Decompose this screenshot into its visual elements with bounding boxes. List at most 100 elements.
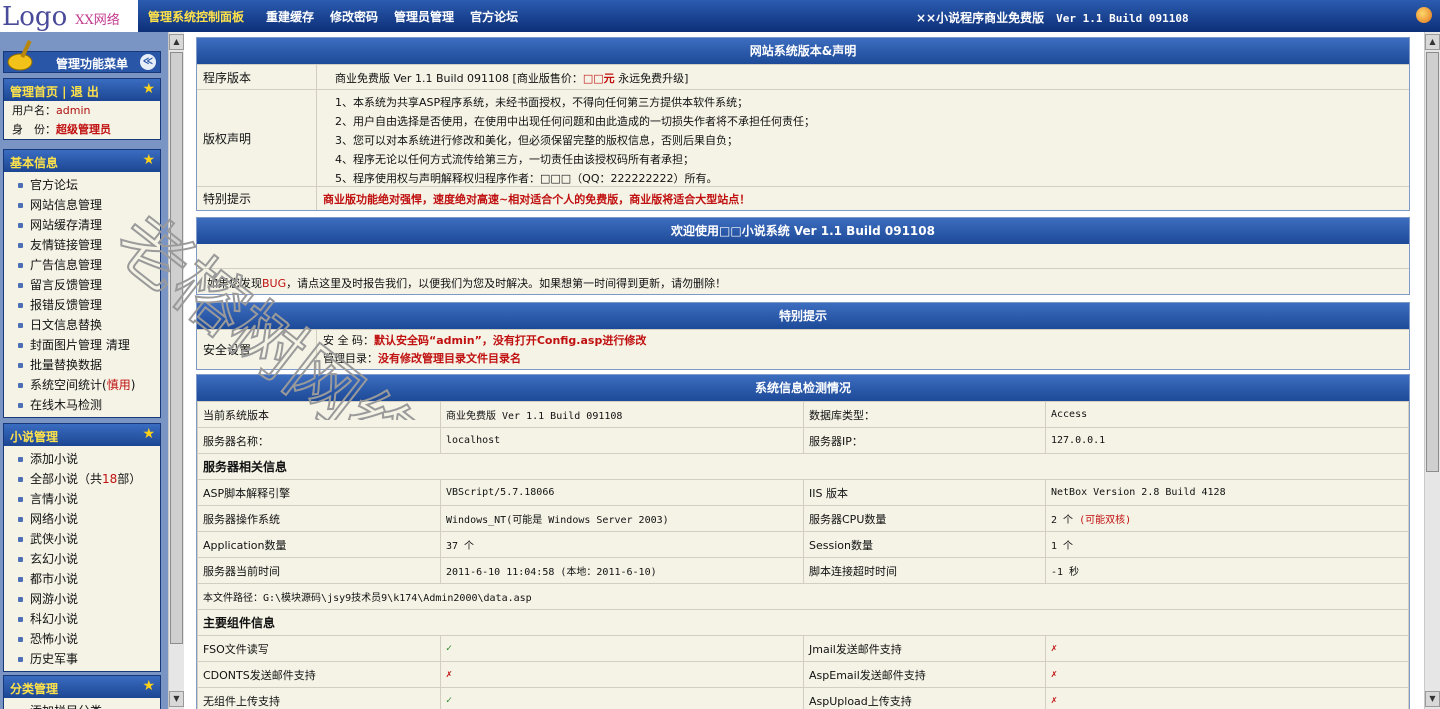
security-label: 安全设置 xyxy=(197,330,317,369)
menu-history[interactable]: 历史军事 xyxy=(4,649,160,669)
menu-romance[interactable]: 言情小说 xyxy=(4,489,160,509)
menu-scifi[interactable]: 科幻小说 xyxy=(4,609,160,629)
menu-martial[interactable]: 武侠小说 xyxy=(4,529,160,549)
caution-note: 慎用 xyxy=(106,378,131,392)
menu-official-forum[interactable]: 官方论坛 xyxy=(4,175,160,195)
username-line: 用户名：admin xyxy=(4,101,160,120)
menu-cache-clear[interactable]: 网站缓存清理 xyxy=(4,215,160,235)
table-cell: 数据库类型： xyxy=(803,401,1046,428)
table-row: FSO文件读写 ✓ Jmail发送邮件支持 ✗ xyxy=(197,635,1409,662)
copyright-line: 3、您可以对本系统进行修改和美化，但必须保留完整的版权信息，否则后果自负； xyxy=(335,134,738,147)
menu-all-novels[interactable]: 全部小说（共18部） xyxy=(4,469,160,489)
collapse-icon[interactable]: ≪ xyxy=(140,54,156,70)
menu-horror[interactable]: 恐怖小说 xyxy=(4,629,160,649)
product-name: ××小说程序商业免费版 xyxy=(916,11,1045,25)
tips-label: 特别提示 xyxy=(197,187,317,210)
security-code-label: 安 全 码： xyxy=(323,334,374,347)
role-value: 超级管理员 xyxy=(56,123,111,136)
home-icon[interactable] xyxy=(1416,7,1432,23)
scroll-down-icon[interactable]: ▼ xyxy=(1425,691,1440,707)
table-row: Application数量 37 个 Session数量 1 个 xyxy=(197,531,1409,558)
table-row: ASP脚本解释引擎 VBScript/5.7.18066 IIS 版本 NetB… xyxy=(197,479,1409,506)
scroll-up-icon[interactable]: ▲ xyxy=(1425,34,1440,50)
sidebar-scroll-thumb[interactable] xyxy=(170,52,183,644)
cross-icon: ✗ xyxy=(1045,635,1409,662)
menu-trojan-scan[interactable]: 在线木马检测 xyxy=(4,395,160,415)
category-title: 分类管理 xyxy=(10,682,59,696)
nav-official-forum[interactable]: 官方论坛 xyxy=(470,8,518,25)
home-box: 管理首页 | 退 出 ★ 用户名：admin 身 份：超级管理员 xyxy=(3,78,161,140)
star-icon: ★ xyxy=(142,81,155,97)
home-logout-link[interactable]: 管理首页 | 退 出 xyxy=(10,83,99,100)
top-nav: 管理系统控制面板 重建缓存 修改密码 管理员管理 官方论坛 xyxy=(148,8,534,25)
table-cell: 无组件上传支持 xyxy=(197,687,441,709)
copyright-row: 版权声明 1、本系统为共享ASP程序系统，未经书面授权，不得向任何第三方提供本软… xyxy=(197,89,1409,186)
welcome-panel: 欢迎使用□□小说系统 Ver 1.1 Build 091108 如果您发现BUG… xyxy=(196,217,1410,295)
system-info-table: 当前系统版本 商业免费版 Ver 1.1 Build 091108 数据库类型：… xyxy=(197,401,1409,709)
cross-icon: ✗ xyxy=(1045,661,1409,688)
category-header[interactable]: 分类管理 ★ xyxy=(4,676,160,698)
scroll-up-icon[interactable]: ▲ xyxy=(169,34,184,50)
tips-text: 商业版功能绝对强悍，速度绝对高速~相对适合个人的免费版，商业版将适合大型站点！ xyxy=(323,193,751,206)
home-box-header[interactable]: 管理首页 | 退 出 ★ xyxy=(4,79,160,101)
server-section-title: 服务器相关信息 xyxy=(197,453,1409,480)
menu-error-reports[interactable]: 报错反馈管理 xyxy=(4,295,160,315)
space-stats-label: 系统空间统计( xyxy=(30,378,107,392)
menu-guestbook[interactable]: 留言反馈管理 xyxy=(4,275,160,295)
table-cell: AspEmail发送邮件支持 xyxy=(803,661,1046,688)
cross-icon: ✗ xyxy=(1045,687,1409,709)
menu-ads[interactable]: 广告信息管理 xyxy=(4,255,160,275)
main-scrollbar[interactable]: ▲ ▼ xyxy=(1424,32,1440,709)
version-price: □□元 xyxy=(582,72,615,85)
menu-add-category[interactable]: 添加栏目分类 xyxy=(4,701,160,709)
category-box: 分类管理 ★ 添加栏目分类 xyxy=(3,675,161,709)
table-cell: Access xyxy=(1045,401,1409,428)
table-cell: 当前系统版本 xyxy=(197,401,441,428)
table-cell: -1 秒 xyxy=(1045,557,1409,584)
scroll-down-icon[interactable]: ▼ xyxy=(169,691,184,707)
menu-batch-replace[interactable]: 批量替换数据 xyxy=(4,355,160,375)
menu-friend-links[interactable]: 友情链接管理 xyxy=(4,235,160,255)
version-panel-title: 网站系统版本&声明 xyxy=(197,38,1409,64)
welcome-spacer xyxy=(197,244,1409,268)
caution-close: ) xyxy=(130,378,136,392)
basic-info-header[interactable]: 基本信息 ★ xyxy=(4,150,160,172)
table-cell: 服务器操作系统 xyxy=(197,505,441,532)
username-value: admin xyxy=(56,104,91,117)
menu-space-stats[interactable]: 系统空间统计(慎用) xyxy=(4,375,160,395)
copyright-line: 4、程序无论以任何方式流传给第三方，一切责任由该授权码所有者承担； xyxy=(335,153,694,166)
all-novels-label: 全部小说（共 xyxy=(30,472,103,486)
menu-site-info[interactable]: 网站信息管理 xyxy=(4,195,160,215)
nav-control-panel[interactable]: 管理系统控制面板 xyxy=(148,8,244,25)
menu-web-novel[interactable]: 网络小说 xyxy=(4,509,160,529)
file-path: 本文件路径：G:\模块源码\jsy9技术员9\k174\Admin2000\da… xyxy=(197,583,1409,610)
version-label: 程序版本 xyxy=(197,65,317,89)
menu-add-novel[interactable]: 添加小说 xyxy=(4,449,160,469)
nav-admin-management[interactable]: 管理员管理 xyxy=(394,8,454,25)
table-cell: 2 个 (可能双核) xyxy=(1045,505,1409,532)
nav-change-password[interactable]: 修改密码 xyxy=(330,8,378,25)
menu-urban[interactable]: 都市小说 xyxy=(4,569,160,589)
product-title: ××小说程序商业免费版 Ver 1.1 Build 091108 xyxy=(916,9,1189,26)
role-label: 身 份： xyxy=(12,123,56,136)
menu-japanese-replace[interactable]: 日文信息替换 xyxy=(4,315,160,335)
menu-cover-images[interactable]: 封面图片管理 清理 xyxy=(4,335,160,355)
security-code-warning: 默认安全码“admin”，没有打开Config.asp进行修改 xyxy=(374,334,647,347)
bug-link[interactable]: BUG xyxy=(262,277,286,290)
sidebar-scrollbar[interactable]: ▲ ▼ xyxy=(168,32,184,709)
table-cell: FSO文件读写 xyxy=(197,635,441,662)
star-icon: ★ xyxy=(142,678,155,694)
novel-header[interactable]: 小说管理 ★ xyxy=(4,424,160,446)
main-scroll-thumb[interactable] xyxy=(1426,52,1439,472)
tips-row: 特别提示 商业版功能绝对强悍，速度绝对高速~相对适合个人的免费版，商业版将适合大… xyxy=(197,186,1409,210)
table-cell: NetBox Version 2.8 Build 4128 xyxy=(1045,479,1409,506)
table-row: 本文件路径：G:\模块源码\jsy9技术员9\k174\Admin2000\da… xyxy=(197,583,1409,610)
copyright-line: 2、用户自由选择是否使用，在使用中出现任何问题和由此造成的一切损失作者将不承担任… xyxy=(335,115,815,128)
version-row: 程序版本 商业免费版 Ver 1.1 Build 091108 [商业版售价：□… xyxy=(197,64,1409,89)
bug-report-line[interactable]: 如果您发现BUG，请点这里及时报告我们，以便我们为您及时解决。如果想第一时间得到… xyxy=(197,268,1409,294)
nav-rebuild-cache[interactable]: 重建缓存 xyxy=(266,8,314,25)
menu-game[interactable]: 网游小说 xyxy=(4,589,160,609)
novel-title: 小说管理 xyxy=(10,430,59,444)
logo-text: Logo xyxy=(2,2,68,32)
menu-fantasy[interactable]: 玄幻小说 xyxy=(4,549,160,569)
